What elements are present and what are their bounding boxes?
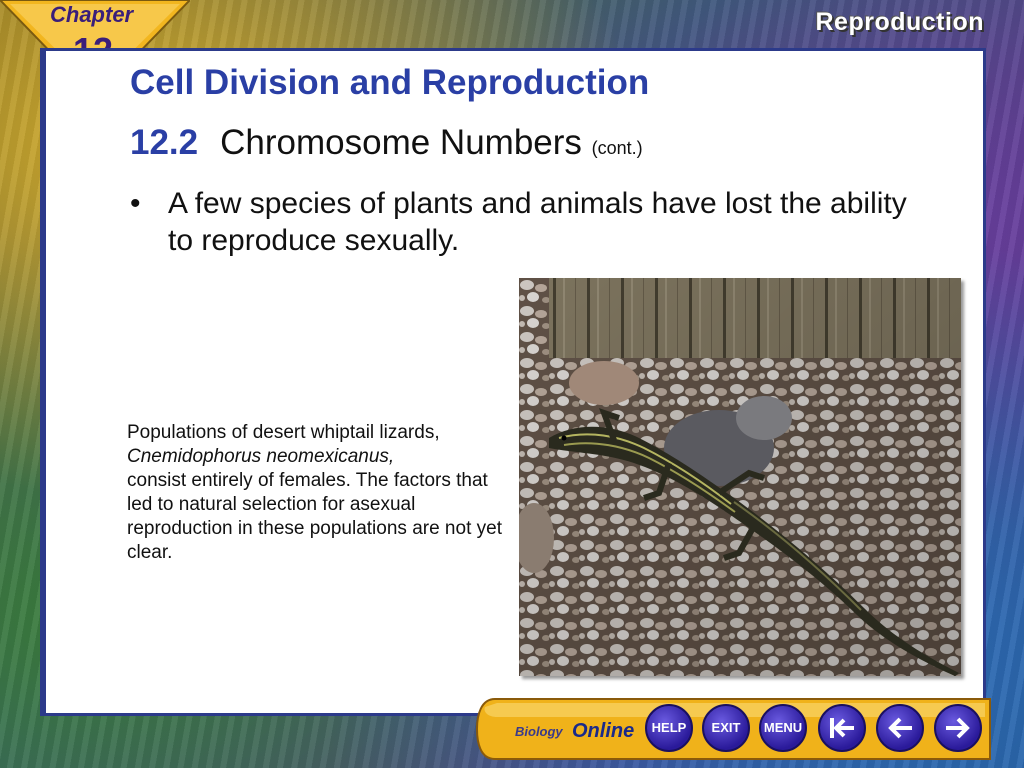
lizard-photo bbox=[519, 278, 961, 676]
bullet-marker: • bbox=[130, 187, 141, 220]
brand-part2: Online bbox=[572, 720, 635, 742]
next-slide-button[interactable] bbox=[934, 704, 982, 752]
caption-line1: Populations of desert whiptail lizards, bbox=[127, 422, 440, 443]
biology-online-logo[interactable]: Biology Online bbox=[510, 712, 635, 748]
menu-button[interactable]: MENU bbox=[759, 704, 807, 752]
section-name: Chromosome Numbers bbox=[220, 123, 582, 162]
slide-title: Cell Division and Reproduction bbox=[130, 63, 650, 102]
exit-label: EXIT bbox=[711, 720, 741, 735]
brand-part1: Biology bbox=[515, 724, 563, 739]
bullet-text: A few species of plants and animals have… bbox=[168, 187, 907, 257]
section-number: 12.2 bbox=[130, 123, 199, 162]
first-slide-button[interactable] bbox=[818, 704, 866, 752]
arrow-left-icon bbox=[888, 717, 912, 739]
chapter-label: Chapter bbox=[50, 2, 134, 27]
menu-label: MENU bbox=[763, 720, 803, 735]
previous-slide-button[interactable] bbox=[876, 704, 924, 752]
help-label: HELP bbox=[651, 720, 687, 735]
help-button[interactable]: HELP bbox=[645, 704, 693, 752]
photo-caption: Populations of desert whiptail lizards, … bbox=[127, 421, 512, 565]
arrow-right-icon bbox=[946, 717, 970, 739]
caption-species: Cnemidophorus neomexicanus, bbox=[127, 446, 395, 467]
slide-subtitle: 12.2 Chromosome Numbers (cont.) bbox=[130, 123, 643, 163]
skip-back-icon bbox=[830, 718, 854, 738]
exit-button[interactable]: EXIT bbox=[702, 704, 750, 752]
caption-rest: consist entirely of females. The factors… bbox=[127, 470, 502, 563]
lizard-photo-image bbox=[519, 278, 961, 676]
section-title: Reproduction bbox=[815, 8, 984, 36]
section-suffix: (cont.) bbox=[591, 138, 643, 158]
